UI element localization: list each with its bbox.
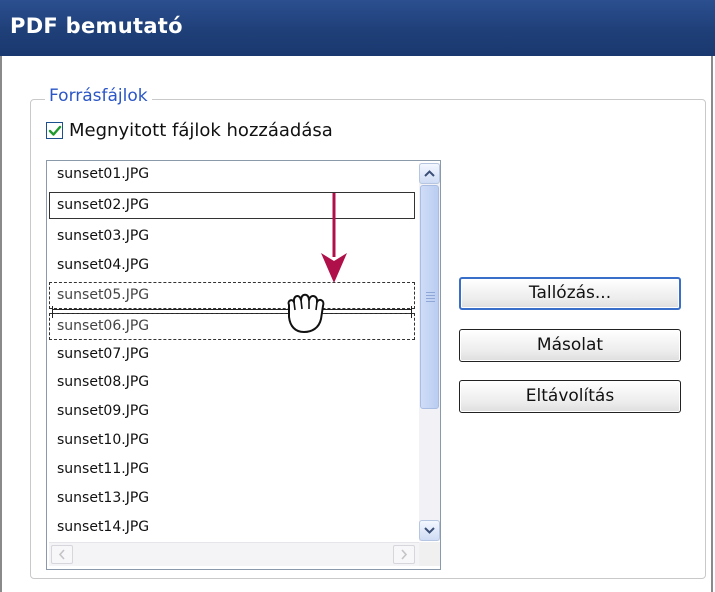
list-item[interactable]: sunset13.JPG xyxy=(49,485,415,512)
window-title: PDF bemutató xyxy=(10,14,183,38)
hand-grab-icon xyxy=(287,293,325,333)
grip-line xyxy=(426,292,435,293)
grip-line xyxy=(426,295,435,296)
grip-line xyxy=(426,298,435,299)
list-item[interactable]: sunset02.JPG xyxy=(49,192,415,219)
list-item[interactable]: sunset03.JPG xyxy=(49,223,415,250)
list-item[interactable]: sunset04.JPG xyxy=(49,252,415,279)
add-open-files-label: Megnyitott fájlok hozzáadása xyxy=(69,119,333,141)
scroll-left-button[interactable] xyxy=(51,545,73,564)
group-legend: Forrásfájlok xyxy=(45,86,152,106)
list-item[interactable]: sunset05.JPG xyxy=(49,282,415,309)
list-item[interactable]: sunset11.JPG xyxy=(49,456,415,483)
list-item[interactable]: sunset06.JPG xyxy=(49,313,415,340)
vertical-scrollbar[interactable] xyxy=(419,163,440,541)
checkmark-icon xyxy=(48,125,62,136)
chevron-down-icon xyxy=(424,527,435,534)
duplicate-button[interactable]: Másolat xyxy=(459,329,681,362)
list-item[interactable]: sunset10.JPG xyxy=(49,427,415,454)
list-item[interactable]: sunset07.JPG xyxy=(49,341,415,368)
scroll-right-button[interactable] xyxy=(393,545,415,564)
horizontal-scrollbar[interactable] xyxy=(49,542,419,566)
remove-button[interactable]: Eltávolítás xyxy=(459,380,681,413)
chevron-up-icon xyxy=(424,170,435,177)
add-open-files-checkbox[interactable] xyxy=(46,121,63,139)
list-item[interactable]: sunset09.JPG xyxy=(49,398,415,425)
grip-line xyxy=(426,301,435,302)
title-bar: PDF bemutató xyxy=(0,0,715,56)
drag-arrow-icon xyxy=(321,193,347,283)
scroll-down-button[interactable] xyxy=(419,520,440,541)
scroll-up-button[interactable] xyxy=(419,163,440,184)
file-list-rows: sunset01.JPG sunset02.JPG sunset03.JPG s… xyxy=(47,161,417,543)
list-item[interactable]: sunset14.JPG xyxy=(49,514,415,541)
list-item[interactable]: sunset08.JPG xyxy=(49,369,415,396)
add-open-files-option[interactable]: Megnyitott fájlok hozzáadása xyxy=(46,119,333,141)
chevron-left-icon xyxy=(58,549,65,560)
chevron-right-icon xyxy=(401,549,408,560)
browse-button[interactable]: Tallózás... xyxy=(459,277,681,310)
file-listbox[interactable]: sunset01.JPG sunset02.JPG sunset03.JPG s… xyxy=(46,160,441,570)
scrollbar-corner xyxy=(419,542,440,566)
scroll-thumb[interactable] xyxy=(420,185,439,409)
list-item[interactable]: sunset01.JPG xyxy=(49,161,415,188)
